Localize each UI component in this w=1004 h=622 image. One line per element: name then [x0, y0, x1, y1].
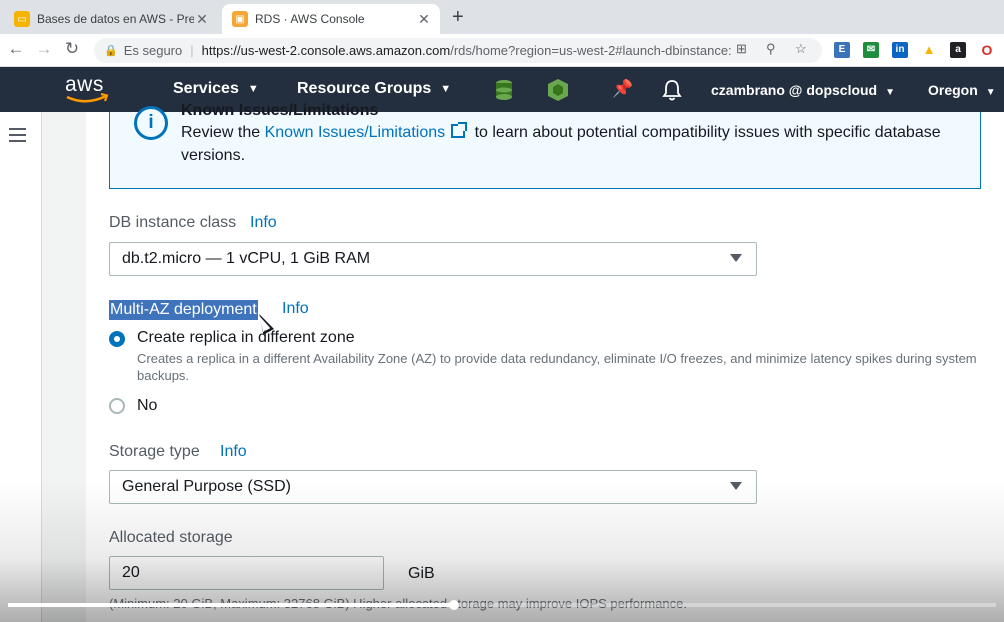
notice-message: Review the Known Issues/Limitations to l…	[181, 121, 941, 167]
known-issues-link[interactable]: Known Issues/Limitations	[265, 124, 446, 141]
side-navigation	[0, 112, 42, 622]
multi-az-label: Multi-AZ deployment	[109, 300, 258, 320]
notice-heading: Known Issues/Limitations	[181, 102, 379, 119]
url-path: /rds/home?region=us-west-2#launch-dbinst…	[450, 43, 732, 58]
radio-no[interactable]	[109, 398, 125, 414]
caret-down-icon	[730, 254, 742, 262]
caret-down-icon	[730, 482, 742, 490]
services-menu[interactable]: Services ▼	[173, 80, 259, 98]
browser-toolbar: ← → ↻ 🔒 Es seguro | https://us-west-2.co…	[0, 34, 1004, 67]
reload-icon[interactable]: ↻	[62, 39, 82, 59]
bell-icon[interactable]	[662, 79, 682, 101]
radio-create-replica[interactable]	[109, 331, 125, 347]
account-menu[interactable]: czambrano @ dopscloud ▼	[711, 82, 895, 98]
resource-groups-menu[interactable]: Resource Groups ▼	[297, 80, 451, 98]
storage-type-value: General Purpose (SSD)	[122, 478, 291, 495]
chevron-down-icon: ▼	[247, 82, 259, 95]
resource-groups-label: Resource Groups	[297, 80, 432, 97]
db-instance-class-value: db.t2.micro — 1 vCPU, 1 GiB RAM	[122, 250, 371, 267]
notice-text-before: Review the	[181, 124, 265, 141]
lock-icon: 🔒	[104, 45, 118, 57]
slides-icon: ▭	[14, 11, 30, 27]
pin-icon[interactable]: 📌	[612, 79, 633, 99]
divider: |	[190, 43, 194, 58]
tab-rds-console[interactable]: ▣ RDS · AWS Console ✕	[222, 4, 440, 34]
tab-title: RDS · AWS Console	[255, 12, 365, 26]
chevron-down-icon: ▼	[440, 82, 452, 95]
close-icon[interactable]: ✕	[194, 11, 210, 28]
back-icon[interactable]: ←	[6, 39, 26, 59]
tab-presentation[interactable]: ▭ Bases de datos en AWS - Presenta ✕	[4, 4, 218, 34]
multi-az-description: Creates a replica in a different Availab…	[137, 351, 977, 383]
close-icon[interactable]: ✕	[416, 11, 432, 28]
video-progress-played	[8, 603, 454, 607]
allocated-storage-value: 20	[122, 564, 140, 581]
video-scrubber-handle[interactable]	[448, 600, 459, 610]
bookmark-star-icon[interactable]: ☆	[795, 41, 807, 57]
drive-icon[interactable]: ▲	[921, 42, 937, 58]
aws-cube-icon: ▣	[232, 11, 248, 27]
region-menu[interactable]: Oregon ▼	[928, 82, 996, 98]
hamburger-menu-icon[interactable]	[9, 128, 26, 146]
new-tab-icon[interactable]: +	[452, 6, 464, 29]
browser-tab-strip: ▭ Bases de datos en AWS - Presenta ✕ ▣ R…	[0, 0, 1004, 34]
allocated-storage-label: Allocated storage	[109, 529, 233, 546]
services-label: Services	[173, 80, 239, 97]
external-link-icon[interactable]	[451, 122, 468, 138]
multi-az-info-link[interactable]: Info	[282, 300, 309, 318]
url-text: https://us-west-2.console.aws.amazon.com…	[202, 43, 732, 58]
content-gutter	[42, 112, 86, 622]
forward-icon[interactable]: →	[34, 39, 54, 59]
aws-logo[interactable]: aws	[64, 73, 112, 105]
url-host: https://us-west-2.console.aws.amazon.com	[201, 43, 451, 58]
chevron-down-icon: ▼	[885, 87, 896, 98]
aws-smile-icon	[66, 92, 109, 103]
user-label: czambrano @ dopscloud	[711, 82, 878, 98]
known-issues-notice: Known Issues/Limitations i Review the Kn…	[109, 102, 981, 189]
storage-type-info-link[interactable]: Info	[220, 443, 247, 461]
tab-title: Bases de datos en AWS - Presenta	[37, 12, 194, 26]
opera-icon[interactable]: O	[979, 42, 995, 58]
db-instance-class-label: DB instance class	[109, 214, 237, 231]
rds-shortcut-icon[interactable]	[547, 78, 569, 102]
screen: ▭ Bases de datos en AWS - Presenta ✕ ▣ R…	[0, 0, 1004, 622]
radio-no-label[interactable]: No	[137, 397, 157, 415]
storage-type-label: Storage type	[109, 443, 200, 460]
chevron-down-icon: ▼	[985, 87, 996, 98]
region-label: Oregon	[928, 82, 978, 98]
db-instance-class-info-link[interactable]: Info	[250, 214, 277, 232]
extension-mail-icon[interactable]: ✉	[863, 42, 879, 58]
extension-e-icon[interactable]: E	[834, 42, 850, 58]
secure-label: Es seguro	[123, 43, 183, 58]
extension-badge-icon[interactable]: a	[950, 42, 966, 58]
dynamodb-shortcut-icon[interactable]	[493, 78, 515, 102]
address-bar[interactable]: 🔒 Es seguro | https://us-west-2.console.…	[94, 38, 822, 63]
translate-icon[interactable]: ⊞	[736, 41, 747, 57]
storage-type-select[interactable]: General Purpose (SSD)	[109, 470, 757, 504]
allocated-storage-unit: GiB	[408, 565, 435, 582]
allocated-storage-input[interactable]: 20	[109, 556, 384, 590]
db-instance-class-select[interactable]: db.t2.micro — 1 vCPU, 1 GiB RAM	[109, 242, 757, 276]
info-icon: i	[134, 106, 168, 140]
video-progress-bar[interactable]	[8, 600, 996, 610]
radio-create-replica-label[interactable]: Create replica in different zone	[137, 329, 355, 347]
linkedin-icon[interactable]: in	[892, 42, 908, 58]
zoom-icon[interactable]: ⚲	[766, 41, 776, 57]
